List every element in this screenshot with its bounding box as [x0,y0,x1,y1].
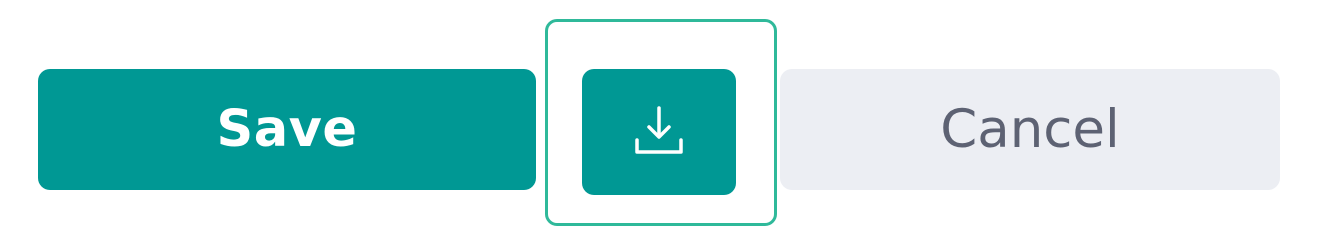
download-button[interactable] [582,69,736,195]
download-icon [627,100,691,164]
save-button[interactable]: Save [38,69,536,190]
cancel-button[interactable]: Cancel [780,69,1280,190]
